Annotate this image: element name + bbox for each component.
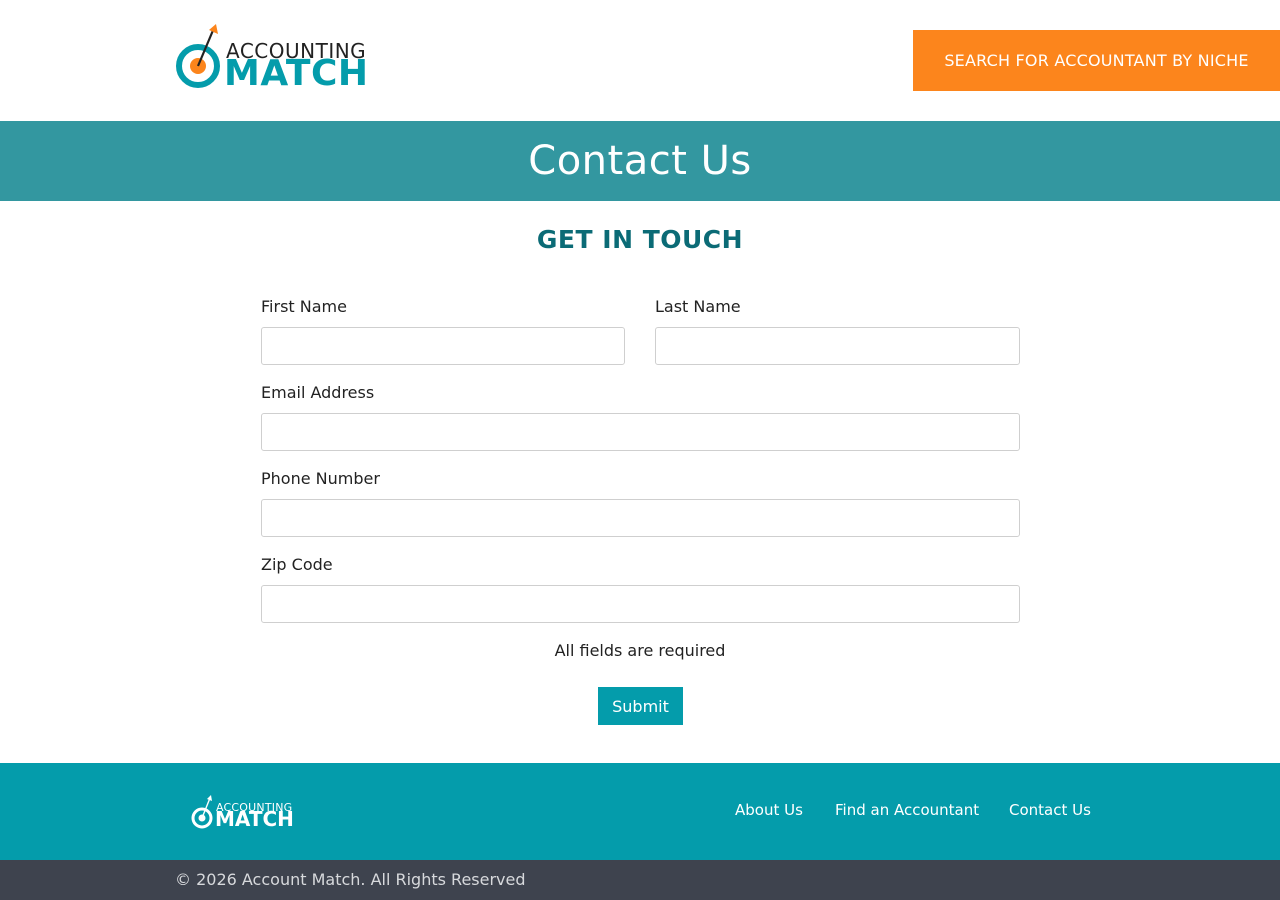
phone-field[interactable] (261, 499, 1020, 537)
first-name-field[interactable] (261, 327, 625, 365)
logo-text-match: MATCH (224, 53, 369, 94)
footer-logo-text-match: MATCH (215, 807, 294, 831)
form-heading: GET IN TOUCH (536, 225, 744, 254)
page-banner: Contact Us (0, 121, 1280, 201)
first-name-label: First Name (261, 297, 347, 316)
target-arrow-logo-icon (191, 795, 213, 829)
footer-logo[interactable]: ACCOUNTING MATCH (190, 795, 300, 831)
footer-link-about-us[interactable]: About Us (735, 801, 803, 819)
required-fields-note: All fields are required (554, 641, 726, 660)
page-title: Contact Us (528, 138, 752, 184)
zip-code-field[interactable] (261, 585, 1020, 623)
footer-link-find-an-accountant[interactable]: Find an Accountant (835, 801, 979, 819)
footer-link-contact-us[interactable]: Contact Us (1009, 801, 1091, 819)
submit-button[interactable]: Submit (598, 687, 683, 725)
zip-code-label: Zip Code (261, 555, 333, 574)
last-name-label: Last Name (655, 297, 741, 316)
email-field[interactable] (261, 413, 1020, 451)
last-name-field[interactable] (655, 327, 1020, 365)
email-label: Email Address (261, 383, 375, 402)
search-accountant-by-niche-button[interactable]: SEARCH FOR ACCOUNTANT BY NICHE (913, 30, 1280, 91)
phone-label: Phone Number (261, 469, 380, 488)
site-footer: ACCOUNTING MATCH About Us Find an Accoun… (0, 763, 1280, 860)
accounting-match-logo[interactable]: ACCOUNTING MATCH (174, 24, 376, 92)
contact-form: GET IN TOUCH First Name Last Name Email … (0, 201, 1280, 763)
copyright-bar: © 2026 Account Match. All Rights Reserve… (0, 860, 1280, 900)
target-arrow-logo-icon (176, 24, 220, 88)
site-header: ACCOUNTING MATCH SEARCH FOR ACCOUNTANT B… (0, 0, 1280, 121)
